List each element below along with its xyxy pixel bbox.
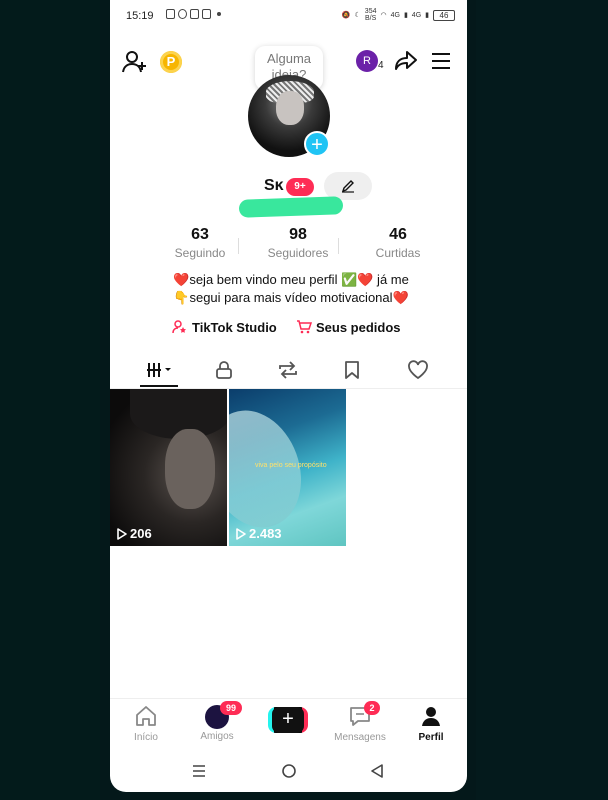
background-left [0,0,100,800]
stat-label: Seguidores [267,246,329,260]
content-tabs [110,352,467,389]
tab-reposts[interactable] [268,358,308,382]
friends-badge: 99 [220,701,242,715]
play-icon [236,527,246,540]
youtube-icon [166,9,175,19]
stat-divider [338,238,339,254]
speed-value: 354 [364,8,377,15]
repost-icon [279,361,297,379]
signal-1: 4G [390,11,400,19]
notification-icon [202,9,211,19]
profile-icon [422,707,440,726]
nav-home-label: Início [134,732,158,743]
signal-bars-icon: ▮ [403,12,408,19]
bottom-nav: Início Amigos 99 + Mensagens 2 Perfil [110,698,467,747]
signal-bars-icon: ▮ [425,12,429,19]
create-button[interactable]: + [268,707,308,733]
stat-label: Seguindo [174,246,226,260]
nav-messages[interactable]: Mensagens [330,705,390,743]
nav-profile-label: Perfil [418,732,444,743]
messages-badge: 2 [364,701,380,715]
plus-icon: + [272,707,304,733]
nav-messages-label: Mensagens [334,732,386,743]
stat-value: 63 [191,226,209,243]
add-user-icon[interactable] [122,50,148,79]
tiktok-studio-link[interactable]: TikTok Studio [172,319,277,335]
network-speed: 354 B/S [365,8,377,22]
home-circle-icon[interactable] [281,763,297,779]
notification-badge[interactable]: 9+ [286,178,314,196]
orders-label: Seus pedidos [316,319,401,335]
stat-followers[interactable]: 98 Seguidores [258,226,338,260]
pencil-icon [341,180,354,193]
share-icon[interactable] [394,50,418,77]
videos-grid-icon [147,363,171,377]
moon-icon: ☾ [354,12,361,19]
thumbnail-shore [229,397,317,541]
video-thumbnail[interactable]: 206 [110,389,227,546]
video-views-count: 206 [130,526,152,541]
heart-icon [408,360,428,380]
video-caption: viva pelo seu propósito [255,462,327,469]
video-views: 206 [116,526,152,541]
battery-icon: 46 [433,9,455,21]
stat-following[interactable]: 63 Seguindo [160,226,240,260]
coin-icon[interactable]: P [160,51,182,73]
status-bar: 15:19 🔕 ☾ 354 B/S ◠ 4G ▮ 4G ▮ 46 [110,0,467,32]
bookmark-icon [345,361,359,379]
speed-unit: B/S [364,15,377,22]
tab-saved[interactable] [332,358,372,382]
add-story-icon[interactable]: + [304,131,330,157]
stat-likes[interactable]: 46 Curtidas [358,226,438,260]
signal-2: 4G [411,11,422,19]
tab-liked[interactable] [398,358,438,382]
home-icon [136,706,156,726]
background-right [476,0,608,800]
nav-home[interactable]: Início [116,705,176,743]
status-right: 🔕 ☾ 354 B/S ◠ 4G ▮ 4G ▮ 46 [342,8,455,22]
stat-value: 46 [389,226,407,243]
status-app-icons [166,9,221,19]
thumbnail-face [165,429,215,509]
play-icon [117,527,127,540]
tab-videos[interactable] [139,358,179,382]
studio-icon [172,320,186,334]
system-nav [110,748,467,792]
whatsapp-icon [178,9,187,19]
username: Sĸ [264,177,284,194]
more-dot-icon [217,12,221,16]
avatar-face [276,91,304,125]
back-icon[interactable] [370,763,384,779]
menu-icon[interactable] [430,52,452,75]
tiktok-icon [190,9,199,19]
bio-line: ❤️seja bem vindo meu perfil ✅❤️ já me [173,272,409,287]
stat-value: 98 [289,226,307,243]
video-views-count: 2.483 [249,526,282,541]
active-tab-underline [140,385,178,387]
wifi-icon: ◠ [380,12,387,19]
profile-stats: 63 Seguindo 98 Seguidores 46 Curtidas [160,226,460,266]
account-switch-avatar[interactable]: R [356,50,378,72]
tiktok-studio-label: TikTok Studio [192,319,277,335]
account-count: 4 [378,60,384,71]
cart-icon [297,320,312,334]
video-views: 2.483 [235,526,282,541]
profile-bio: ❤️seja bem vindo meu perfil ✅❤️ já me 👇s… [156,271,426,307]
phone-screen: 15:19 🔕 ☾ 354 B/S ◠ 4G ▮ 4G ▮ 46 P Alguma… [110,0,467,792]
nav-friends-label: Amigos [200,731,234,742]
orders-link[interactable]: Seus pedidos [296,319,401,335]
lock-icon [216,361,232,379]
status-time: 15:19 [126,10,154,22]
recents-icon[interactable] [192,764,206,778]
mute-icon: 🔕 [341,12,351,19]
tab-private[interactable] [204,358,244,382]
nav-profile[interactable]: Perfil [401,705,461,743]
stat-divider [238,238,239,254]
redacted-handle [238,196,344,218]
bio-line: 👇segui para mais vídeo motivacional❤️ [173,290,409,305]
video-thumbnail[interactable]: viva pelo seu propósito 2.483 [229,389,346,546]
stat-label: Curtidas [375,246,421,260]
profile-links: TikTok Studio Seus pedidos [172,319,412,339]
